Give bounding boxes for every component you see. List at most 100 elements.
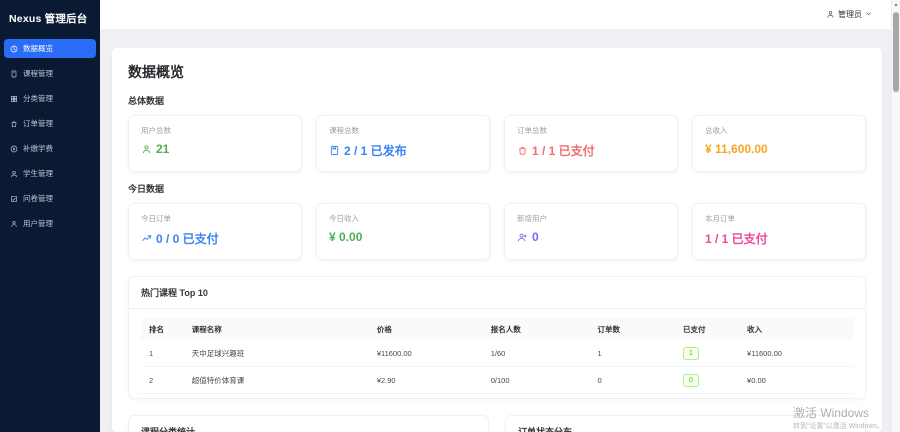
category-icon [10, 95, 18, 103]
sidebar-item-label: 问卷管理 [23, 193, 53, 204]
stat-label: 今日收入 [329, 213, 477, 224]
app-logo: Nexus 管理后台 [0, 0, 100, 39]
cell-enrolled: 1/60 [483, 340, 590, 367]
sidebar-item-label: 分类管理 [23, 93, 53, 104]
cell-paid: 1 [675, 340, 739, 367]
sidebar-item-label: 补缴学费 [23, 143, 53, 154]
paid-badge: 0 [683, 374, 699, 387]
sidebar-item-label: 用户管理 [23, 218, 53, 229]
cell-revenue: ¥11600.00 [739, 340, 853, 367]
stat-value: ¥ 0.00 [329, 230, 477, 244]
main-area: 管理员 数据概览 总体数据 用户总数 21 课程总数 2 / 1 已发布 [100, 0, 900, 432]
cell-paid: 0 [675, 367, 739, 394]
section-title-overall: 总体数据 [128, 94, 866, 107]
user-menu[interactable]: 管理员 [826, 9, 872, 20]
student-icon [10, 170, 18, 178]
col-revenue: 收入 [739, 318, 853, 340]
col-paid: 已支付 [675, 318, 739, 340]
scrollbar-thumb[interactable] [893, 12, 899, 92]
sidebar: Nexus 管理后台 数据概览 课程管理 分类管理 订单管理 [0, 0, 100, 432]
stat-card-today-revenue: 今日收入 ¥ 0.00 [316, 203, 490, 260]
stat-card-total-users: 用户总数 21 [128, 115, 302, 172]
stat-value: 1 / 1 已支付 [517, 142, 665, 159]
stat-label: 本月订单 [705, 213, 853, 224]
hot-courses-table-wrap: 排名 课程名称 价格 报名人数 订单数 已支付 收入 1 天中足球兴趣班 [129, 309, 865, 398]
bag-icon [517, 145, 528, 156]
order-icon [10, 120, 18, 128]
dashboard-panel: 数据概览 总体数据 用户总数 21 课程总数 2 / 1 已发布 订单总数 [112, 48, 882, 432]
scrollbar-up-arrow[interactable]: ▲ [892, 0, 900, 10]
cell-name: 天中足球兴趣班 [184, 340, 369, 367]
stat-value: ¥ 11,600.00 [705, 142, 853, 156]
sidebar-item-label: 课程管理 [23, 68, 53, 79]
sidebar-item-surveys[interactable]: 问卷管理 [4, 189, 96, 208]
cell-orders: 0 [590, 367, 675, 394]
sidebar-item-label: 订单管理 [23, 118, 53, 129]
stat-card-today-orders: 今日订单 0 / 0 已支付 [128, 203, 302, 260]
book-icon [329, 145, 340, 156]
stat-label: 今日订单 [141, 213, 289, 224]
cell-revenue: ¥0.00 [739, 367, 853, 394]
col-name: 课程名称 [184, 318, 369, 340]
stat-value: 1 / 1 已支付 [705, 230, 853, 247]
stat-card-total-courses: 课程总数 2 / 1 已发布 [316, 115, 490, 172]
hot-courses-title: 热门课程 Top 10 [129, 277, 865, 309]
table-row: 2 超值特价体育课 ¥2.90 0/100 0 0 ¥0.00 [141, 367, 853, 394]
stat-label: 新增用户 [517, 213, 665, 224]
sidebar-item-courses[interactable]: 课程管理 [4, 64, 96, 83]
sidebar-item-orders[interactable]: 订单管理 [4, 114, 96, 133]
course-category-stats-title: 课程分类统计 [129, 416, 488, 432]
vertical-scrollbar: ▲ [891, 0, 900, 432]
order-status-distribution-card: 订单状态分布 [505, 415, 866, 432]
stat-label: 用户总数 [141, 125, 289, 136]
user-icon [10, 220, 18, 228]
sidebar-item-label: 学生管理 [23, 168, 53, 179]
today-cards-row: 今日订单 0 / 0 已支付 今日收入 ¥ 0.00 新增用户 0 [128, 203, 866, 260]
cell-orders: 1 [590, 340, 675, 367]
bottom-charts-row: 课程分类统计 订单状态分布 [128, 415, 866, 432]
dashboard-icon [10, 45, 18, 53]
cell-price: ¥11600.00 [369, 340, 483, 367]
cell-name: 超值特价体育课 [184, 367, 369, 394]
hot-courses-card: 热门课程 Top 10 排名 课程名称 价格 报名人数 订单数 已支付 收入 [128, 276, 866, 399]
col-rank: 排名 [141, 318, 184, 340]
stat-label: 订单总数 [517, 125, 665, 136]
stat-value: 0 / 0 已支付 [141, 230, 289, 247]
hot-courses-table: 排名 课程名称 价格 报名人数 订单数 已支付 收入 1 天中足球兴趣班 [141, 318, 853, 394]
sidebar-item-label: 数据概览 [23, 43, 53, 54]
user-icon [141, 144, 152, 155]
section-title-today: 今日数据 [128, 182, 866, 195]
table-row: 1 天中足球兴趣班 ¥11600.00 1/60 1 1 ¥11600.00 [141, 340, 853, 367]
sidebar-item-dashboard[interactable]: 数据概览 [4, 39, 96, 58]
sidebar-menu: 数据概览 课程管理 分类管理 订单管理 补缴学费 [0, 39, 100, 233]
cell-rank: 1 [141, 340, 184, 367]
course-category-stats-card: 课程分类统计 [128, 415, 489, 432]
col-enrolled: 报名人数 [483, 318, 590, 340]
page-title: 数据概览 [128, 62, 866, 82]
cell-price: ¥2.90 [369, 367, 483, 394]
user-name: 管理员 [838, 9, 862, 20]
col-price: 价格 [369, 318, 483, 340]
trend-up-icon [141, 233, 152, 244]
chevron-down-icon [865, 10, 872, 19]
table-header-row: 排名 课程名称 价格 报名人数 订单数 已支付 收入 [141, 318, 853, 340]
stat-label: 总收入 [705, 125, 853, 136]
stat-card-new-users: 新增用户 0 [504, 203, 678, 260]
paid-badge: 1 [683, 347, 699, 360]
stat-card-month-orders: 本月订单 1 / 1 已支付 [692, 203, 866, 260]
sidebar-item-students[interactable]: 学生管理 [4, 164, 96, 183]
fee-icon [10, 145, 18, 153]
stat-value: 21 [141, 142, 289, 156]
cell-enrolled: 0/100 [483, 367, 590, 394]
sidebar-item-fees[interactable]: 补缴学费 [4, 139, 96, 158]
stat-card-total-orders: 订单总数 1 / 1 已支付 [504, 115, 678, 172]
cell-rank: 2 [141, 367, 184, 394]
col-orders: 订单数 [590, 318, 675, 340]
stat-value: 0 [517, 230, 665, 244]
sidebar-item-users[interactable]: 用户管理 [4, 214, 96, 233]
topbar: 管理员 [100, 0, 900, 30]
sidebar-item-categories[interactable]: 分类管理 [4, 89, 96, 108]
survey-icon [10, 195, 18, 203]
user-add-icon [517, 232, 528, 243]
course-icon [10, 70, 18, 78]
